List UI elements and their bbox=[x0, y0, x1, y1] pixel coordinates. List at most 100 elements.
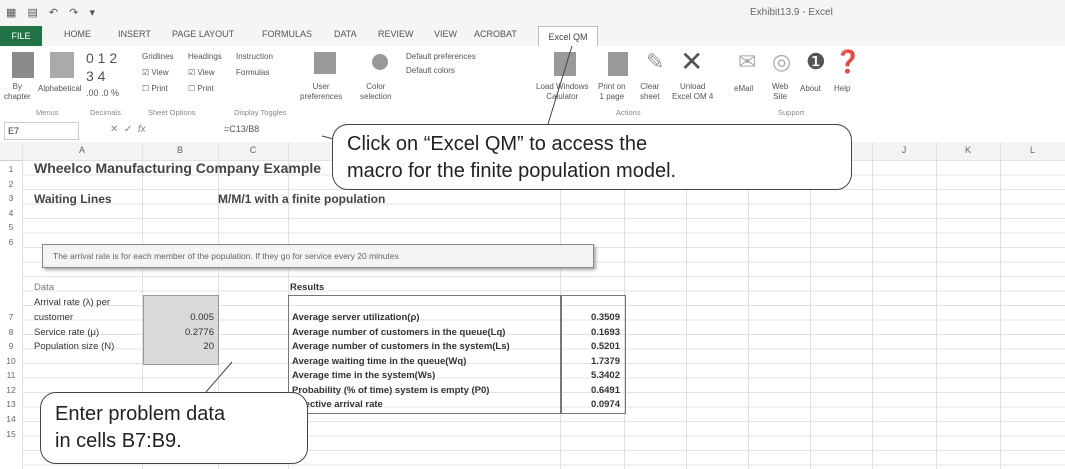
unload-excel-om4-button[interactable]: Unload Excel OM 4 bbox=[672, 82, 713, 102]
tab-acrobat[interactable]: ACROBAT bbox=[474, 29, 517, 39]
tab-review[interactable]: REVIEW bbox=[378, 29, 414, 39]
headings-view-checkbox[interactable]: ☑ View bbox=[188, 68, 215, 78]
book-icon[interactable] bbox=[12, 52, 34, 78]
result-label[interactable]: Average waiting time in the queue(Wq) bbox=[292, 356, 466, 367]
default-colors-button[interactable]: Default colors bbox=[406, 66, 455, 76]
data-label[interactable]: Data bbox=[34, 282, 54, 293]
service-rate-label[interactable]: Service rate (μ) bbox=[34, 327, 99, 338]
row-header-4[interactable]: 4 bbox=[0, 208, 22, 218]
alphabetical-button[interactable]: Alphabetical bbox=[38, 84, 82, 94]
result-label[interactable]: Average server utilization(ρ) bbox=[292, 312, 419, 323]
row-header-7[interactable]: 7 bbox=[0, 312, 22, 322]
email-button[interactable]: eMail bbox=[734, 84, 753, 94]
row-header-10[interactable]: 10 bbox=[0, 356, 22, 366]
tab-formulas[interactable]: FORMULAS bbox=[262, 29, 312, 39]
default-preferences-button[interactable]: Default preferences bbox=[406, 52, 476, 62]
column-header-b[interactable]: B bbox=[142, 145, 218, 155]
menus-group-label: Menus bbox=[36, 108, 59, 117]
arrival-rate-label-2[interactable]: customer bbox=[34, 312, 73, 323]
arrival-rate-input[interactable]: 0.005 bbox=[146, 312, 214, 323]
tab-view[interactable]: VIEW bbox=[434, 29, 457, 39]
result-label[interactable]: Probability (% of time) system is empty … bbox=[292, 385, 489, 396]
view-label: View bbox=[151, 68, 169, 77]
tab-home[interactable]: HOME bbox=[64, 29, 91, 39]
quick-access-toolbar[interactable]: ▦ ▤ ↶ ↷ ▾ bbox=[6, 6, 99, 19]
row-header-6[interactable]: 6 bbox=[0, 237, 22, 247]
decimals-row2[interactable]: 3 4 bbox=[86, 68, 105, 84]
result-value[interactable]: 0.3509 bbox=[560, 312, 620, 323]
instruction-button[interactable]: Instruction bbox=[236, 52, 273, 62]
tab-insert[interactable]: INSERT bbox=[118, 29, 151, 39]
headings-print-checkbox[interactable]: ☐ Print bbox=[188, 84, 214, 94]
print-icon[interactable] bbox=[608, 52, 628, 76]
tab-page-layout[interactable]: PAGE LAYOUT bbox=[172, 29, 234, 39]
row-header-11[interactable]: 11 bbox=[0, 370, 22, 380]
row-header-2[interactable]: 2 bbox=[0, 179, 22, 189]
sheet-title[interactable]: Wheelco Manufacturing Company Example bbox=[34, 160, 321, 176]
user-preferences-button[interactable]: User preferences bbox=[300, 82, 342, 102]
row-header-9[interactable]: 9 bbox=[0, 341, 22, 351]
row-header-5[interactable]: 5 bbox=[0, 222, 22, 232]
formulas-button[interactable]: Formulas bbox=[236, 68, 269, 78]
result-value[interactable]: 0.1693 bbox=[560, 327, 620, 338]
calculator-icon[interactable] bbox=[554, 52, 576, 76]
column-header-j[interactable]: J bbox=[872, 145, 936, 155]
gridline bbox=[872, 142, 873, 469]
row-header-15[interactable]: 15 bbox=[0, 429, 22, 439]
gridlines-view-checkbox[interactable]: ☑ View bbox=[142, 68, 169, 78]
info-icon[interactable]: ❶ bbox=[806, 50, 826, 74]
name-box[interactable]: E7 bbox=[4, 122, 79, 140]
service-rate-input[interactable]: 0.2776 bbox=[146, 327, 214, 338]
row-header-14[interactable]: 14 bbox=[0, 414, 22, 424]
result-value[interactable]: 5.3402 bbox=[560, 370, 620, 381]
column-header-c[interactable]: C bbox=[218, 145, 288, 155]
ribbon: By chapter Alphabetical Menus 0 1 2 3 4 … bbox=[0, 46, 1065, 119]
arrival-rate-label[interactable]: Arrival rate (λ) per bbox=[34, 297, 110, 308]
by-chapter-button[interactable]: By chapter bbox=[4, 82, 31, 102]
user-preferences-icon[interactable] bbox=[314, 52, 336, 74]
gridlines-print-checkbox[interactable]: ☐ Print bbox=[142, 84, 168, 94]
result-value[interactable]: 0.6491 bbox=[560, 385, 620, 396]
color-selection-icon[interactable] bbox=[372, 54, 388, 70]
help-button[interactable]: Help bbox=[834, 84, 850, 94]
result-label[interactable]: Average number of customers in the queue… bbox=[292, 327, 505, 338]
row-header-1[interactable]: 1 bbox=[0, 164, 22, 174]
web-site-button[interactable]: Web Site bbox=[772, 82, 788, 102]
fx-icon[interactable]: ✕ ✓ fx bbox=[110, 124, 146, 135]
formula-input[interactable]: =C13/B8 bbox=[224, 124, 259, 134]
decimals-row1[interactable]: 0 1 2 bbox=[86, 50, 117, 66]
print-on-1-page-button[interactable]: Print on 1 page bbox=[598, 82, 626, 102]
column-header-a[interactable]: A bbox=[22, 145, 142, 155]
eraser-icon[interactable]: ✎ bbox=[646, 50, 664, 74]
row-header-8[interactable]: 8 bbox=[0, 327, 22, 337]
population-size-input[interactable]: 20 bbox=[146, 341, 214, 352]
column-header-k[interactable]: K bbox=[936, 145, 1000, 155]
help-icon[interactable]: ❓ bbox=[834, 50, 861, 74]
result-value[interactable]: 0.5201 bbox=[560, 341, 620, 352]
result-value[interactable]: 0.0974 bbox=[560, 399, 620, 410]
tab-file[interactable]: FILE bbox=[0, 26, 42, 46]
column-header-l[interactable]: L bbox=[1000, 145, 1065, 155]
row-header-3[interactable]: 3 bbox=[0, 193, 22, 203]
color-selection-button[interactable]: Color selection bbox=[360, 82, 392, 102]
population-size-label[interactable]: Population size (N) bbox=[34, 341, 114, 352]
decimals-row3[interactable]: .00 .0 % bbox=[86, 88, 119, 98]
result-value[interactable]: 1.7379 bbox=[560, 356, 620, 367]
model-label[interactable]: M/M/1 with a finite population bbox=[218, 192, 385, 206]
results-label[interactable]: Results bbox=[290, 282, 324, 293]
tab-excel-qm[interactable]: Excel QM bbox=[538, 26, 598, 47]
headings-label: Headings bbox=[188, 52, 222, 61]
email-icon[interactable]: ✉ bbox=[738, 50, 756, 74]
globe-icon[interactable]: ◎ bbox=[772, 50, 791, 74]
clear-sheet-button[interactable]: Clear sheet bbox=[640, 82, 660, 102]
result-label[interactable]: Average time in the system(Ws) bbox=[292, 370, 435, 381]
alphabetical-icon[interactable] bbox=[50, 52, 74, 78]
load-calculator-button[interactable]: Load Windows Calulator bbox=[536, 82, 588, 102]
tab-data[interactable]: DATA bbox=[334, 29, 357, 39]
close-icon[interactable]: ✕ bbox=[680, 48, 703, 76]
row-header-13[interactable]: 13 bbox=[0, 399, 22, 409]
waiting-lines-label[interactable]: Waiting Lines bbox=[34, 192, 112, 206]
result-label[interactable]: Average number of customers in the syste… bbox=[292, 341, 510, 352]
row-header-12[interactable]: 12 bbox=[0, 385, 22, 395]
about-button[interactable]: About bbox=[800, 84, 821, 94]
